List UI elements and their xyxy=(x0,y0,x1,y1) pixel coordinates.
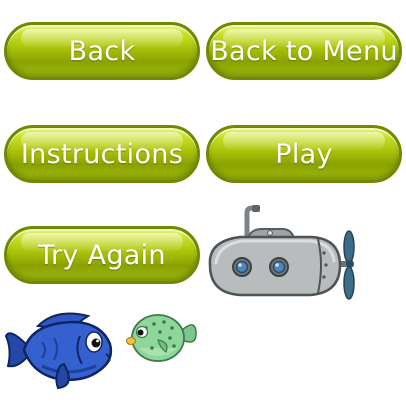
back-button[interactable]: Back xyxy=(4,22,200,80)
puffer-fish-icon xyxy=(125,314,197,362)
try-again-button-label: Try Again xyxy=(38,239,166,271)
submarine-icon xyxy=(208,205,355,300)
try-again-button[interactable]: Try Again xyxy=(4,226,200,284)
instructions-button-label: Instructions xyxy=(20,138,184,170)
back-to-menu-button-label: Back to Menu xyxy=(210,35,398,67)
back-button-label: Back xyxy=(68,35,136,67)
blue-fish-icon xyxy=(4,312,113,390)
play-button-label: Play xyxy=(275,138,333,170)
instructions-button[interactable]: Instructions xyxy=(4,125,200,183)
back-to-menu-button[interactable]: Back to Menu xyxy=(206,22,402,80)
play-button[interactable]: Play xyxy=(206,125,402,183)
